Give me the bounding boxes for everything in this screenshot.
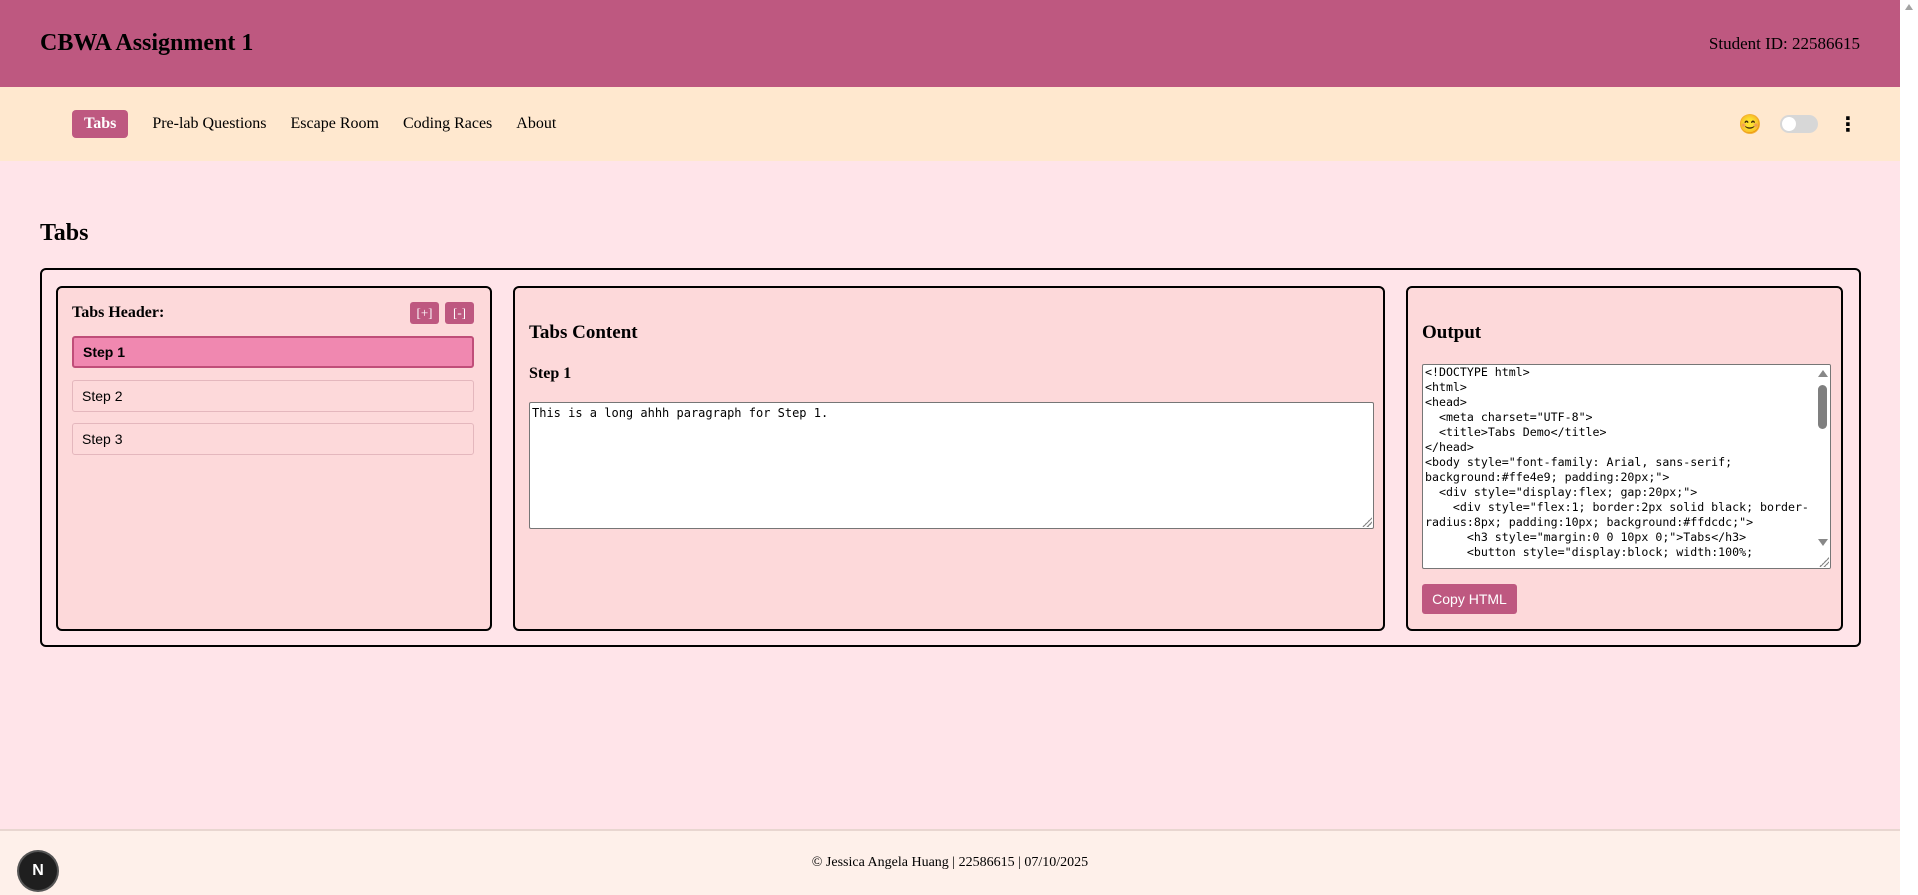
page-scrollbar[interactable] [1900, 0, 1918, 895]
tabs-workspace: Tabs Header: [+] [-] Step 1 Step 2 Step … [40, 268, 1861, 647]
footer-text: © Jessica Angela Huang | 22586615 | 07/1… [811, 855, 1089, 870]
nav-item-about[interactable]: About [516, 111, 556, 137]
tab-item-step-3[interactable]: Step 3 [72, 423, 474, 455]
nav-right: 😊 ⋮ [1738, 113, 1858, 134]
tabs-header-panel: Tabs Header: [+] [-] Step 1 Step 2 Step … [56, 286, 492, 631]
theme-toggle[interactable] [1780, 115, 1818, 133]
add-tab-button[interactable]: [+] [410, 302, 439, 324]
student-id: Student ID: 22586615 [1708, 33, 1860, 53]
resize-handle-icon[interactable] [1819, 557, 1829, 567]
nav-item-escape-room[interactable]: Escape Room [291, 111, 379, 137]
nav-item-coding-races[interactable]: Coding Races [403, 111, 492, 137]
remove-tab-button[interactable]: [-] [445, 302, 474, 324]
tab-content-step-title: Step 1 [529, 365, 572, 382]
tab-content-text: This is a long ahhh paragraph for Step 1… [532, 406, 829, 420]
tab-item-step-1[interactable]: Step 1 [72, 336, 474, 368]
output-code: <!DOCTYPE html> <html> <head> <meta char… [1425, 365, 1809, 559]
scroll-down-arrow-icon[interactable] [1818, 539, 1828, 546]
page-footer: © Jessica Angela Huang | 22586615 | 07/1… [0, 829, 1900, 895]
tabs-header-label: Tabs Header: [72, 304, 165, 321]
app-header: CBWA Assignment 1 Student ID: 22586615 [0, 0, 1900, 87]
nextjs-dev-badge[interactable]: N [19, 852, 57, 890]
nav-links: Tabs Pre-lab Questions Escape Room Codin… [72, 110, 1740, 138]
tab-item-step-2[interactable]: Step 2 [72, 380, 474, 412]
toggle-knob [1782, 117, 1796, 131]
copy-html-button[interactable]: Copy HTML [1422, 584, 1517, 614]
output-panel: Output <!DOCTYPE html> <html> <head> <me… [1406, 286, 1843, 631]
kebab-menu-icon[interactable]: ⋮ [1838, 114, 1858, 134]
nav-item-prelab-questions[interactable]: Pre-lab Questions [152, 111, 266, 137]
main-nav: Tabs Pre-lab Questions Escape Room Codin… [0, 87, 1900, 161]
tab-content-textarea[interactable]: This is a long ahhh paragraph for Step 1… [529, 402, 1374, 529]
page-title: Tabs [40, 220, 89, 246]
page-scroll-up-arrow-icon[interactable] [1905, 4, 1913, 10]
resize-handle-icon[interactable] [1362, 517, 1372, 527]
scroll-thumb[interactable] [1818, 385, 1827, 429]
output-title: Output [1422, 322, 1482, 343]
output-code-textarea[interactable]: <!DOCTYPE html> <html> <head> <meta char… [1422, 364, 1831, 569]
tabs-content-title: Tabs Content [529, 322, 638, 343]
code-scrollbar[interactable] [1815, 365, 1830, 568]
tabs-content-panel: Tabs Content Step 1 This is a long ahhh … [513, 286, 1385, 631]
scroll-up-arrow-icon[interactable] [1818, 370, 1828, 377]
nav-item-tabs[interactable]: Tabs [72, 110, 129, 138]
tab-header-buttons: [+] [-] [410, 302, 474, 324]
app-title: CBWA Assignment 1 [40, 30, 254, 56]
smiley-emoji-icon: 😊 [1738, 113, 1762, 134]
